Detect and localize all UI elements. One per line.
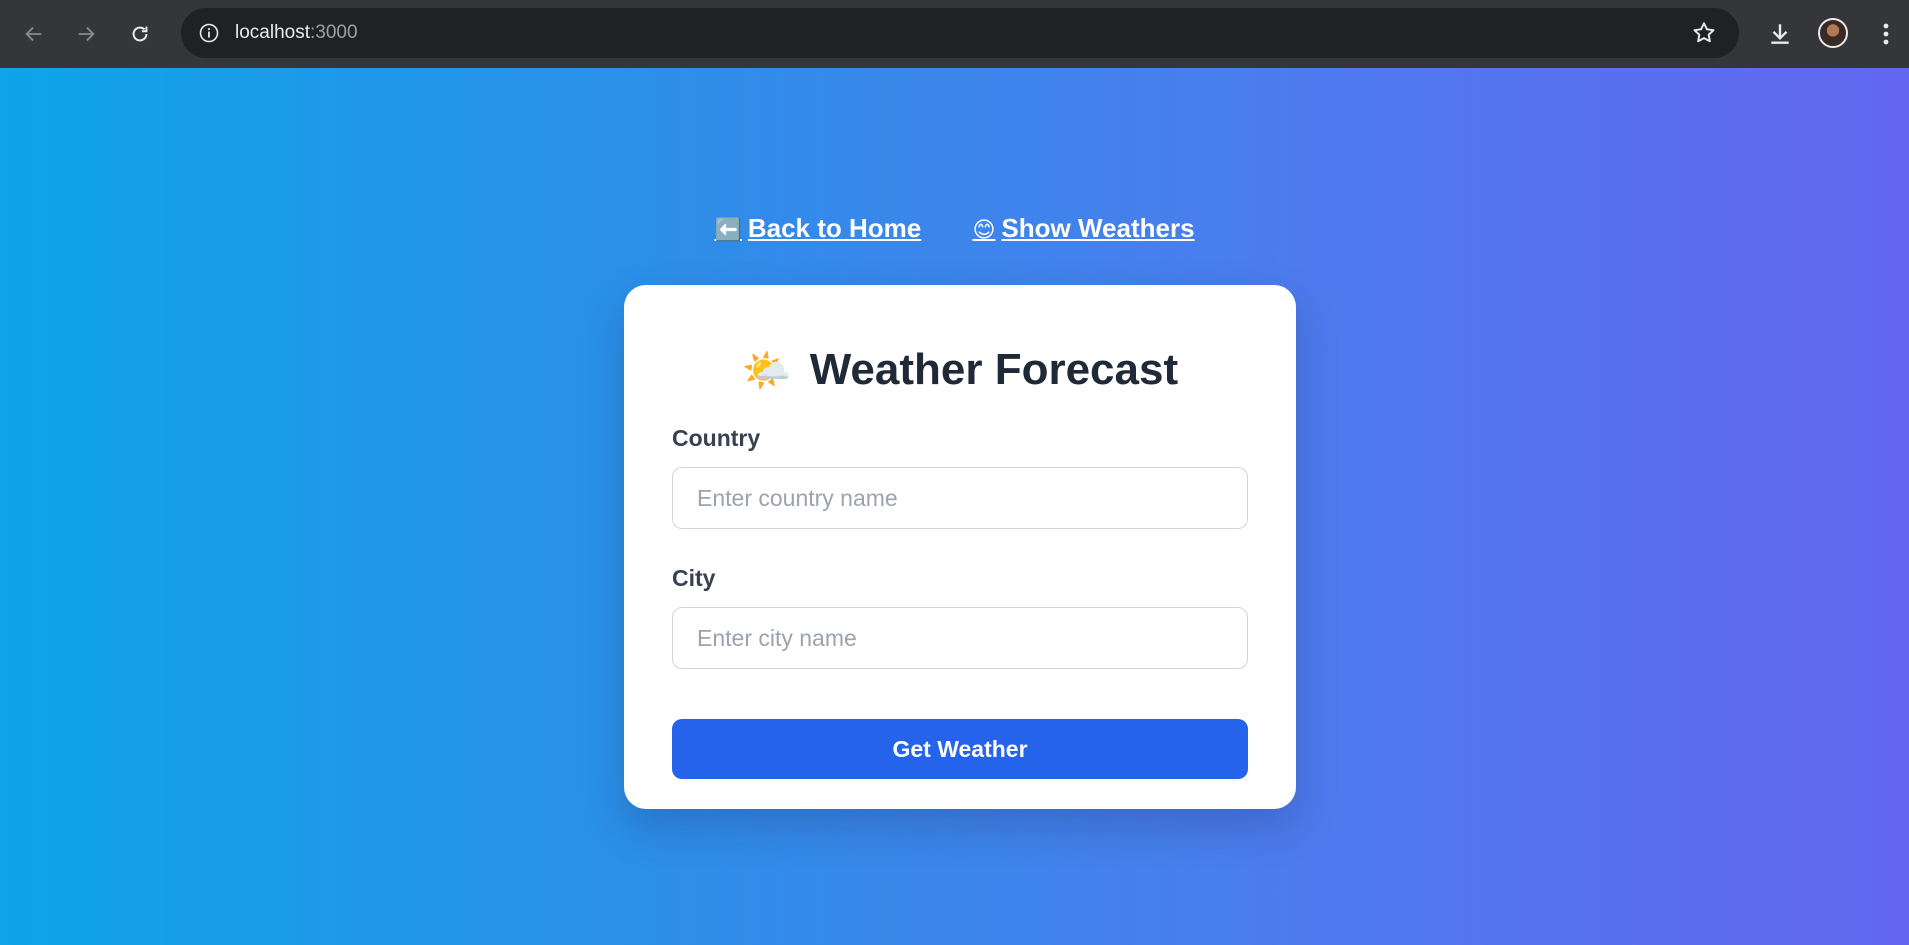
city-input[interactable] — [672, 607, 1248, 669]
city-label: City — [672, 565, 716, 591]
weather-form-card: 🌤️ Weather Forecast Country City Get Weat… — [624, 285, 1296, 809]
star-icon[interactable] — [1691, 20, 1717, 46]
get-weather-button[interactable]: Get Weather — [672, 719, 1248, 779]
page-title: 🌤️ Weather Forecast — [624, 345, 1296, 395]
smile-icon: 😊 — [972, 217, 996, 242]
browser-toolbar: localhost:3000 — [0, 0, 1909, 68]
arrow-right-icon[interactable] — [70, 18, 102, 50]
country-input[interactable] — [672, 467, 1248, 529]
show-weathers-link[interactable]: 😊 Show Weathers — [972, 213, 1194, 243]
title-text: Weather Forecast — [809, 345, 1179, 394]
url-port: :3000 — [310, 22, 358, 43]
top-nav: ⬅️ Back to Home 😊 Show Weathers — [0, 213, 1909, 244]
page-background: ⬅️ Back to Home 😊 Show Weathers 🌤️ Weather … — [0, 68, 1909, 945]
country-label: Country — [672, 425, 761, 451]
back-to-home-label: Back to Home — [747, 213, 922, 243]
address-bar[interactable]: localhost:3000 — [181, 8, 1739, 58]
back-to-home-link[interactable]: ⬅️ Back to Home — [714, 213, 921, 243]
avatar[interactable] — [1818, 18, 1848, 48]
url-text: localhost:3000 — [235, 22, 358, 44]
arrow-left-icon[interactable] — [18, 18, 50, 50]
back-arrow-icon: ⬅️ — [714, 217, 742, 242]
url-host: localhost — [235, 22, 310, 43]
kebab-menu-icon[interactable] — [1870, 18, 1902, 50]
show-weathers-label: Show Weathers — [1001, 213, 1195, 243]
reload-icon[interactable] — [124, 18, 156, 50]
sun-cloud-icon: 🌤️ — [741, 349, 792, 393]
download-icon[interactable] — [1764, 18, 1796, 50]
info-icon[interactable] — [199, 23, 219, 43]
